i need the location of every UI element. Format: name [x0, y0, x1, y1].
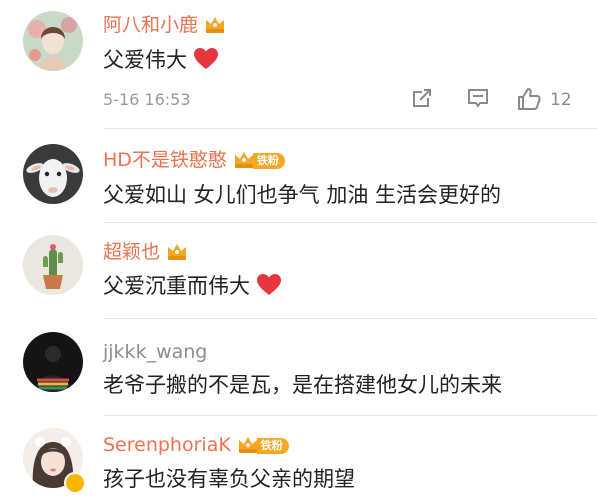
username[interactable]: jjkkk_wang: [103, 340, 207, 364]
username-text[interactable]: 超颖也: [103, 241, 160, 263]
comment-text: 老爷子搬的不是瓦，是在搭建他女儿的未来: [103, 373, 502, 397]
like-icon[interactable]: [516, 86, 542, 112]
verified-badge-icon: [64, 472, 86, 494]
crown-icon: [168, 244, 187, 260]
divider: [103, 222, 597, 223]
username-text[interactable]: SerenphoriaK: [103, 434, 231, 456]
crown-icon: [238, 437, 257, 453]
dark-figure-avatar-icon: [23, 332, 83, 392]
username-text[interactable]: 阿八和小鹿: [103, 14, 198, 36]
share-icon[interactable]: [410, 86, 434, 110]
heart-icon: [257, 274, 281, 295]
crown-icon: [206, 17, 225, 33]
divider: [103, 128, 597, 129]
comment-text-content: 父爱伟大: [103, 48, 187, 72]
divider: [103, 415, 597, 416]
crown-icon: [234, 152, 253, 168]
comment-text: 孩子也没有辜负父亲的期望: [103, 467, 355, 491]
comment-text: 父爱沉重而伟大: [103, 272, 282, 300]
goat-avatar-icon: [23, 144, 83, 204]
cactus-avatar-icon: [23, 235, 83, 295]
username[interactable]: SerenphoriaK 铁粉: [103, 433, 289, 457]
comment-text: 父爱伟大: [103, 46, 219, 74]
avatar[interactable]: [23, 332, 83, 392]
timestamp: 5-16 16:53: [103, 90, 191, 109]
comment-text: 父爱如山 女儿们也争气 加油 生活会更好的: [103, 183, 502, 207]
avatar[interactable]: [23, 144, 83, 204]
avatar[interactable]: [23, 235, 83, 295]
fan-badge: 铁粉: [252, 153, 285, 169]
username[interactable]: 阿八和小鹿: [103, 13, 226, 37]
divider: [103, 318, 597, 319]
comment-actions: 12: [410, 86, 580, 114]
comment-icon[interactable]: [466, 86, 490, 110]
username[interactable]: 超颖也: [103, 240, 188, 264]
username[interactable]: HD不是铁憨憨 铁粉: [103, 148, 285, 172]
comment-text-content: 父爱沉重而伟大: [103, 274, 250, 298]
heart-icon: [194, 48, 218, 69]
like-count: 12: [550, 90, 572, 110]
girl-avatar-illustration-icon: [23, 11, 83, 71]
username-text[interactable]: HD不是铁憨憨: [103, 149, 227, 171]
fan-badge: 铁粉: [256, 438, 289, 454]
avatar[interactable]: [23, 11, 83, 71]
